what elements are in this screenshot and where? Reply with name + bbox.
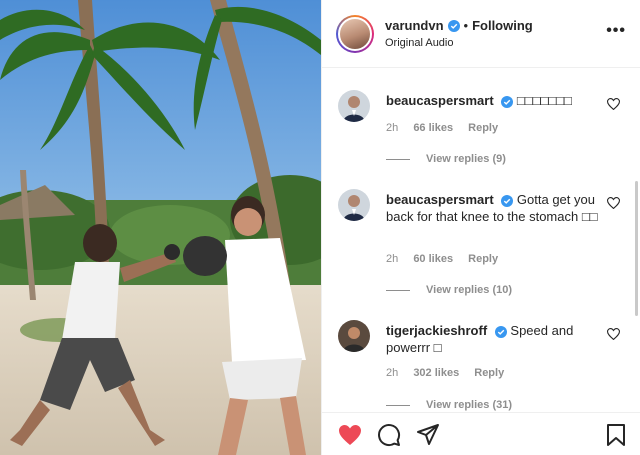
- comment-meta: 2h 302 likes Reply: [386, 367, 516, 379]
- reply-button[interactable]: Reply: [468, 122, 498, 134]
- verified-badge-icon: [494, 325, 507, 338]
- verified-badge-icon: [501, 194, 514, 207]
- verified-badge-icon: [447, 19, 460, 32]
- reply-button[interactable]: Reply: [468, 253, 498, 265]
- view-replies-button[interactable]: View replies (31): [386, 399, 512, 411]
- author-avatar[interactable]: [336, 14, 374, 53]
- view-replies-button[interactable]: View replies (9): [386, 153, 506, 165]
- view-replies-button[interactable]: View replies (10): [386, 284, 512, 296]
- comment-text: □□□□□□□: [516, 93, 572, 108]
- comment-meta: 2h 60 likes Reply: [386, 253, 510, 265]
- post-video[interactable]: [0, 0, 321, 455]
- view-replies-label: View replies (10): [426, 284, 513, 296]
- post-viewer: varundvn • Following Original Audio •••: [0, 0, 640, 455]
- commenter-avatar[interactable]: [338, 320, 370, 352]
- share-icon[interactable]: [416, 423, 440, 447]
- replies-divider: [386, 158, 410, 160]
- comment-likes[interactable]: 302 likes: [413, 367, 459, 379]
- comment-icon[interactable]: [377, 423, 401, 447]
- heart-filled-icon[interactable]: [338, 424, 362, 446]
- header-separator: •: [463, 18, 469, 33]
- reply-button[interactable]: Reply: [474, 367, 504, 379]
- video-frame-illustration: [0, 0, 321, 455]
- comment-likes[interactable]: 66 likes: [413, 122, 453, 134]
- comment-time[interactable]: 2h: [386, 253, 398, 265]
- comment-time[interactable]: 2h: [386, 367, 398, 379]
- commenter-avatar[interactable]: [338, 189, 370, 221]
- post-header: varundvn • Following Original Audio •••: [322, 0, 640, 68]
- author-username[interactable]: varundvn: [385, 18, 444, 33]
- like-comment-heart-icon[interactable]: [607, 328, 620, 340]
- view-replies-label: View replies (9): [426, 153, 506, 165]
- comments-scrollbar[interactable]: [635, 181, 638, 316]
- follow-status-button[interactable]: Following: [472, 18, 533, 33]
- more-options-icon[interactable]: •••: [606, 23, 626, 39]
- comment-likes[interactable]: 60 likes: [413, 253, 453, 265]
- comments-list[interactable]: beaucaspersmart □□□□□□□ 2h 66 likes Repl…: [322, 69, 640, 412]
- replies-divider: [386, 404, 410, 406]
- comment-time[interactable]: 2h: [386, 122, 398, 134]
- comment-username[interactable]: tigerjackieshroff: [386, 323, 487, 338]
- like-comment-heart-icon[interactable]: [607, 197, 620, 209]
- replies-divider: [386, 289, 410, 291]
- comment-meta: 2h 66 likes Reply: [386, 122, 510, 134]
- audio-label[interactable]: Original Audio: [385, 37, 533, 49]
- bookmark-icon[interactable]: [606, 423, 626, 447]
- like-comment-heart-icon[interactable]: [607, 98, 620, 110]
- comment-username[interactable]: beaucaspersmart: [386, 192, 494, 207]
- verified-badge-icon: [501, 95, 514, 108]
- post-actions-bar: [322, 412, 640, 455]
- view-replies-label: View replies (31): [426, 399, 513, 411]
- post-side-panel: varundvn • Following Original Audio •••: [321, 0, 640, 455]
- comment-username[interactable]: beaucaspersmart: [386, 93, 494, 108]
- commenter-avatar[interactable]: [338, 90, 370, 122]
